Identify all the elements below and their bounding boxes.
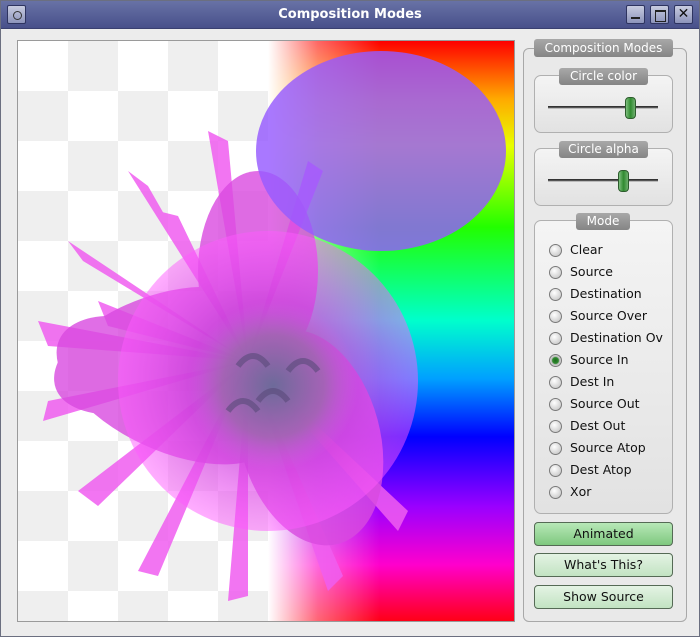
radio-label-source-atop[interactable]: Source Atop xyxy=(570,440,646,456)
maximize-icon[interactable] xyxy=(650,5,669,24)
close-icon[interactable]: ✕ xyxy=(674,5,693,24)
radio-label-clear[interactable]: Clear xyxy=(570,242,603,258)
radio-label-source-in[interactable]: Source In xyxy=(570,352,629,368)
circle-color-track[interactable] xyxy=(548,106,658,109)
minimize-icon[interactable] xyxy=(626,5,645,24)
radio-source-atop[interactable] xyxy=(549,442,562,455)
radio-label-dest-out[interactable]: Dest Out xyxy=(570,418,625,434)
animated-button[interactable]: Animated xyxy=(534,522,673,546)
radio-dest-atop[interactable] xyxy=(549,464,562,477)
radio-source[interactable] xyxy=(549,266,562,279)
circle-color-title: Circle color xyxy=(559,68,648,85)
circle-alpha-slider[interactable] xyxy=(617,170,629,192)
circle-alpha-track[interactable] xyxy=(548,179,658,182)
radio-label-source[interactable]: Source xyxy=(570,264,613,280)
radio-label-destination[interactable]: Destination xyxy=(570,286,642,302)
app-window: Composition Modes ✕ Composition Modes Ci… xyxy=(0,0,700,637)
radio-source-over[interactable] xyxy=(549,310,562,323)
radio-label-dest-in[interactable]: Dest In xyxy=(570,374,614,390)
radio-xor[interactable] xyxy=(549,486,562,499)
radio-clear[interactable] xyxy=(549,244,562,257)
composition-circle xyxy=(256,51,506,251)
radio-dest-out[interactable] xyxy=(549,420,562,433)
circle-color-slider[interactable] xyxy=(624,97,636,119)
title-bar[interactable]: Composition Modes ✕ xyxy=(1,1,699,29)
radio-label-destination-over[interactable]: Destination Ov xyxy=(570,330,663,346)
mode-title: Mode xyxy=(576,213,630,230)
window-title: Composition Modes xyxy=(278,7,422,22)
circle-alpha-title: Circle alpha xyxy=(559,141,648,158)
radio-source-out[interactable] xyxy=(549,398,562,411)
composition-canvas[interactable] xyxy=(17,40,515,622)
radio-label-dest-atop[interactable]: Dest Atop xyxy=(570,462,632,478)
radio-destination-over[interactable] xyxy=(549,332,562,345)
radio-label-source-over[interactable]: Source Over xyxy=(570,308,647,324)
show-source-button[interactable]: Show Source xyxy=(534,585,673,609)
controls-panel-title: Composition Modes xyxy=(534,39,673,57)
radio-source-in[interactable] xyxy=(549,354,562,367)
whats-this-button[interactable]: What's This? xyxy=(534,553,673,577)
radio-label-source-out[interactable]: Source Out xyxy=(570,396,640,412)
radio-destination[interactable] xyxy=(549,288,562,301)
radio-dest-in[interactable] xyxy=(549,376,562,389)
radio-label-xor[interactable]: Xor xyxy=(570,484,591,500)
